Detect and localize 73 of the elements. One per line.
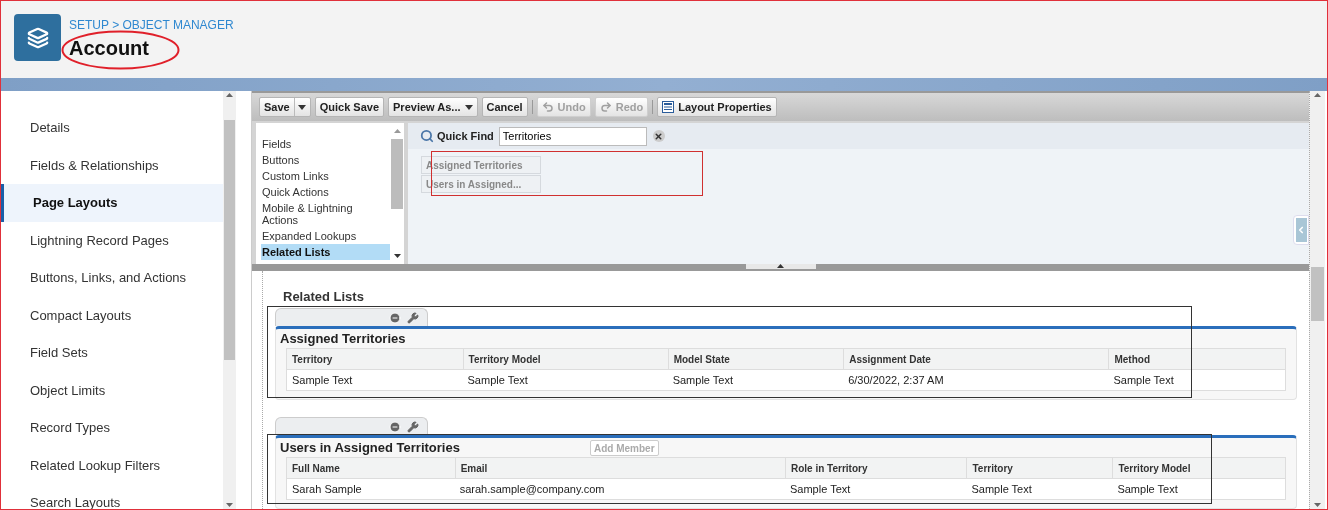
scrollbar[interactable] <box>1309 91 1325 509</box>
list-title: Assigned Territories <box>280 329 407 348</box>
toolbar-button[interactable]: Quick Save <box>314 97 385 117</box>
sidebar-item[interactable]: Lightning Record Pages <box>1 221 223 259</box>
chevron-left-icon <box>1296 225 1306 235</box>
search-icon <box>420 129 434 143</box>
column-header: Model State <box>667 349 844 369</box>
object-icon <box>14 14 61 61</box>
drag-handle[interactable] <box>275 417 428 435</box>
table-cell-text: 6/30/2022, 2:37 AM <box>847 372 945 388</box>
column-header: Email <box>454 458 785 478</box>
sidebar-item[interactable]: Record Types <box>1 409 223 447</box>
scroll-up-icon[interactable] <box>226 93 233 97</box>
column-header: Territory <box>291 352 334 367</box>
scroll-down-icon[interactable] <box>393 254 401 258</box>
sidebar-item[interactable]: Field Sets <box>1 334 223 372</box>
palette-category[interactable]: Quick Actions <box>261 184 390 200</box>
sidebar-item[interactable]: Details <box>1 109 223 147</box>
column-header: Assignment Date <box>843 349 1109 369</box>
sidebar-item[interactable]: Object Limits <box>1 371 223 409</box>
table-cell-text: Sample Text <box>789 481 852 497</box>
toolbar-button[interactable]: Layout Properties <box>657 97 777 117</box>
column-header: Territory <box>966 458 1113 478</box>
table-cell-text: Sample Text <box>1116 481 1179 497</box>
scrollbar-thumb[interactable] <box>1311 267 1324 321</box>
column-header: Full Name <box>291 461 341 476</box>
sidebar-item[interactable]: Search Layouts <box>1 484 223 509</box>
table-cell-text: Sample Text <box>671 372 734 388</box>
table-cell-text: Sample Text <box>466 372 529 388</box>
column-header: Role in Territory <box>785 458 967 478</box>
palette-category[interactable]: Fields <box>261 136 390 152</box>
list-icon <box>662 101 675 113</box>
table-cell-text: Sample Text <box>970 481 1033 497</box>
scrollbar[interactable] <box>223 91 236 509</box>
column-header: Territory Model <box>462 349 668 369</box>
sidebar-item[interactable]: Related Lookup Filters <box>1 446 223 484</box>
sidebar-item[interactable]: Compact Layouts <box>1 296 223 334</box>
page-title: Account <box>69 36 149 61</box>
caret-icon <box>297 104 306 110</box>
undo-icon <box>541 101 554 113</box>
table-cell-text: Sample Text <box>291 372 354 388</box>
column-header: Territory Model <box>1112 458 1285 478</box>
scroll-up-icon[interactable] <box>393 129 401 133</box>
drag-handle[interactable] <box>275 308 428 326</box>
toolbar-button[interactable]: Save <box>259 97 311 117</box>
sidebar-item[interactable]: Fields & Relationships <box>1 146 223 184</box>
column-header: Method <box>1108 349 1285 369</box>
section-title: Related Lists <box>283 289 364 304</box>
wrench-icon[interactable] <box>407 420 419 433</box>
caret-icon <box>464 104 473 110</box>
wrench-icon[interactable] <box>407 311 419 324</box>
quick-find-field[interactable]: Territories <box>498 126 647 146</box>
table-cell-text: Sarah Sample <box>291 481 363 497</box>
palette-category[interactable]: Buttons <box>261 152 390 168</box>
sidebar-item[interactable]: Buttons, Links, and Actions <box>1 259 223 297</box>
toolbar-button[interactable]: Cancel <box>481 97 528 117</box>
clear-icon[interactable] <box>652 130 665 142</box>
palette-category[interactable]: Expanded Lookups <box>261 228 390 244</box>
table-cell-text: Sample Text <box>1112 372 1175 388</box>
redo-icon <box>599 101 612 113</box>
scroll-up-icon[interactable] <box>1314 93 1321 97</box>
toolbar-button[interactable]: Preview As... <box>388 97 478 117</box>
palette-category[interactable]: Mobile & Lightning Actions <box>261 200 390 228</box>
palette-category[interactable]: Custom Links <box>261 168 390 184</box>
scrollbar-thumb[interactable] <box>224 120 235 360</box>
remove-icon[interactable] <box>389 420 401 433</box>
remove-icon[interactable] <box>389 311 401 324</box>
palette-category[interactable]: Related Lists <box>261 244 390 260</box>
table-cell-text: sarah.sample@company.com <box>458 481 606 497</box>
scrollbar-thumb[interactable] <box>391 138 403 209</box>
quick-find-label: Quick Find <box>437 128 494 144</box>
sidebar-item[interactable]: Page Layouts <box>1 184 223 222</box>
list-title: Users in Assigned Territories <box>280 438 461 457</box>
